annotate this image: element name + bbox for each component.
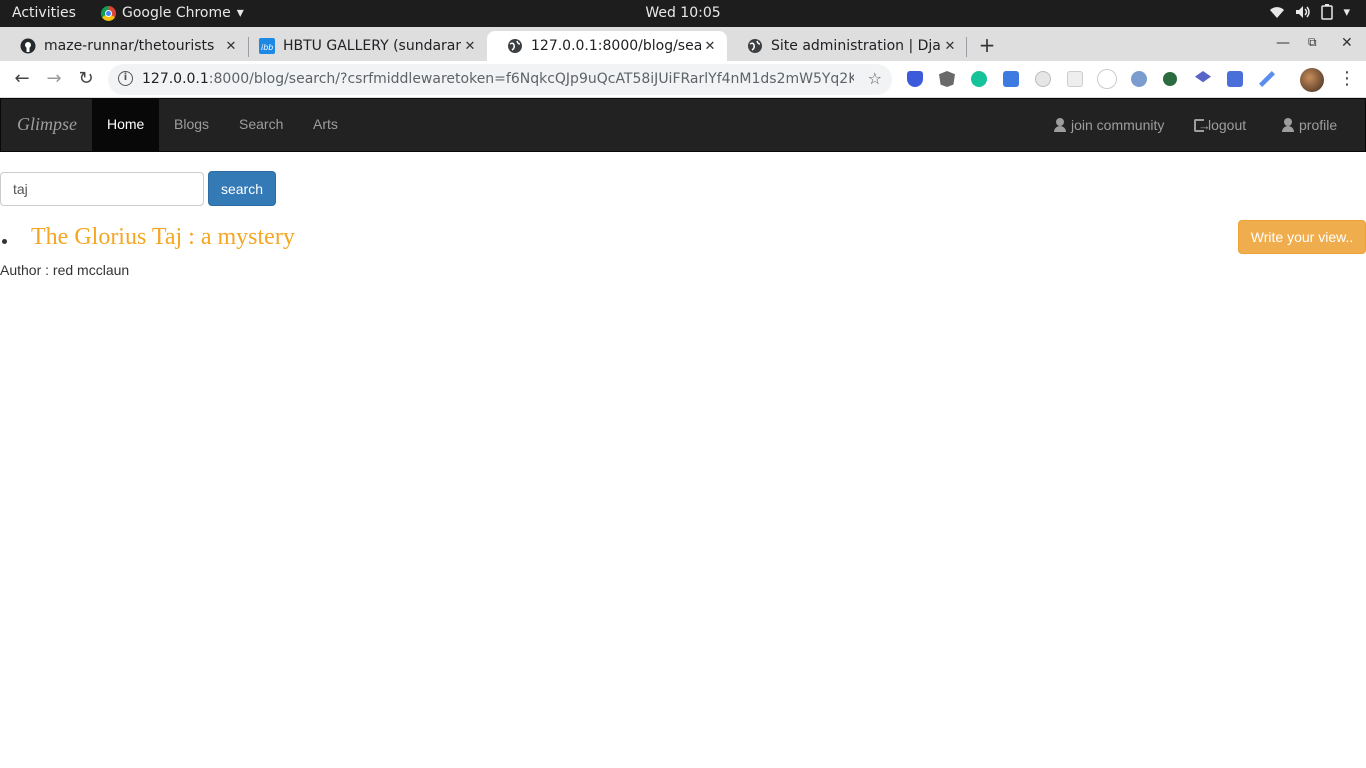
volume-icon — [1296, 6, 1311, 18]
nav-search[interactable]: Search — [224, 99, 298, 151]
tab-title: Site administration | Djan — [771, 38, 941, 54]
system-tray[interactable]: ▾ — [1269, 4, 1350, 20]
search-input[interactable] — [0, 172, 204, 206]
user-icon — [1053, 118, 1067, 132]
tab-title: 127.0.0.1:8000/blog/searc — [531, 38, 701, 54]
back-button[interactable]: ← — [10, 67, 34, 91]
nav-blogs[interactable]: Blogs — [159, 99, 224, 151]
reload-button[interactable]: ↻ — [74, 67, 98, 91]
google-extension-icon[interactable] — [1227, 71, 1243, 87]
url-path: :8000/blog/search/?csrfmiddlewaretoken=f… — [208, 71, 854, 87]
site-navbar: Glimpse Home Blogs Search Arts join comm… — [0, 98, 1366, 152]
extension-icon[interactable] — [1195, 71, 1211, 83]
tab-divider — [966, 37, 967, 57]
tab-strip: maze-runnar/thetourists ✕ ibb HBTU GALLE… — [0, 27, 1366, 61]
address-bar[interactable]: i 127.0.0.1:8000/blog/search/?csrfmiddle… — [108, 64, 892, 95]
graph-extension-icon[interactable] — [1097, 69, 1117, 89]
profile-avatar[interactable] — [1300, 68, 1324, 92]
search-button[interactable]: search — [208, 171, 276, 206]
info-icon[interactable]: i — [118, 71, 133, 86]
tab-hbtu-gallery[interactable]: ibb HBTU GALLERY (sundaram ✕ — [239, 31, 487, 61]
result-title-link[interactable]: The Glorius Taj : a mystery — [31, 224, 295, 251]
system-top-bar: Activities Google Chrome ▾ Wed 10:05 ▾ — [0, 0, 1366, 27]
web-page: Glimpse Home Blogs Search Arts join comm… — [0, 98, 1366, 768]
close-icon[interactable]: ✕ — [222, 39, 240, 54]
window-close-button[interactable]: ✕ — [1341, 35, 1353, 51]
result-author: Author : red mcclaun — [0, 262, 129, 278]
minimize-button[interactable]: — — [1276, 35, 1290, 51]
tab-title: HBTU GALLERY (sundaram — [283, 38, 461, 54]
restore-button[interactable]: ⧉ — [1308, 35, 1317, 50]
bitwarden-extension-icon[interactable] — [907, 71, 923, 87]
tab-github[interactable]: maze-runnar/thetourists ✕ — [0, 31, 248, 61]
nav-arts[interactable]: Arts — [298, 99, 353, 151]
close-icon[interactable]: ✕ — [941, 39, 959, 54]
user-icon — [1281, 118, 1295, 132]
battery-icon — [1321, 4, 1334, 20]
wifi-icon — [1270, 7, 1285, 18]
list-bullet — [2, 239, 7, 244]
angular-extension-icon[interactable] — [939, 71, 955, 87]
timer-extension-icon[interactable] — [1035, 71, 1051, 87]
profile-link[interactable]: profile — [1281, 99, 1337, 151]
globe-icon — [747, 38, 763, 54]
close-icon[interactable]: ✕ — [701, 39, 719, 54]
join-community-link[interactable]: join community — [1053, 99, 1164, 151]
feather-extension-icon[interactable] — [1259, 71, 1275, 87]
profile-label: profile — [1299, 117, 1338, 133]
logout-link[interactable]: logout — [1194, 99, 1246, 151]
extension-icon[interactable] — [1131, 71, 1147, 87]
logout-icon — [1194, 116, 1211, 136]
ibb-icon: ibb — [259, 38, 275, 54]
browser-toolbar: ← → ↻ i 127.0.0.1:8000/blog/search/?csrf… — [0, 61, 1366, 98]
extension-icon[interactable] — [1003, 71, 1019, 87]
new-tab-button[interactable]: + — [978, 33, 996, 57]
tab-title: maze-runnar/thetourists — [44, 38, 215, 54]
url-host: 127.0.0.1 — [142, 71, 209, 87]
bookmark-star-icon[interactable]: ☆ — [868, 69, 882, 88]
clock[interactable]: Wed 10:05 — [0, 5, 1366, 21]
extension-icon[interactable] — [1067, 71, 1083, 87]
github-icon — [20, 38, 36, 54]
logout-label: logout — [1208, 117, 1247, 133]
tab-site-admin[interactable]: Site administration | Djan ✕ — [727, 31, 967, 61]
grammarly-extension-icon[interactable] — [971, 71, 987, 87]
extension-icon[interactable] — [1163, 72, 1177, 86]
forward-button[interactable]: → — [42, 67, 66, 91]
url-text[interactable]: 127.0.0.1:8000/blog/search/?csrfmiddlewa… — [142, 71, 854, 87]
write-your-view-button[interactable]: Write your view.. — [1238, 220, 1366, 254]
site-brand[interactable]: Glimpse — [17, 114, 77, 135]
tab-blog-search[interactable]: 127.0.0.1:8000/blog/searc ✕ — [487, 31, 727, 61]
close-icon[interactable]: ✕ — [461, 39, 479, 54]
svg-text:ibb: ibb — [261, 43, 273, 52]
globe-icon — [507, 38, 523, 54]
more-menu-icon[interactable]: ⋮ — [1338, 68, 1356, 89]
author-text: Author : red mcclaun — [0, 262, 130, 278]
chevron-down-icon: ▾ — [1343, 4, 1350, 20]
join-community-label: join community — [1071, 117, 1165, 133]
nav-home[interactable]: Home — [92, 99, 160, 151]
